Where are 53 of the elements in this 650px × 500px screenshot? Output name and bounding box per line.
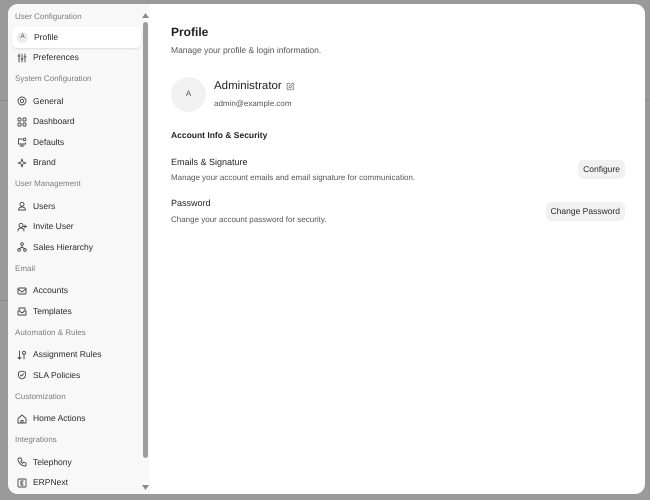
hierarchy-icon	[17, 242, 27, 252]
sidebar-item[interactable]: Preferences	[12, 48, 141, 68]
section-title: Account Info & Security	[171, 128, 268, 142]
e-square-icon	[17, 478, 27, 488]
sidebar-item[interactable]: Assignment Rules	[12, 344, 141, 365]
sidebar-item[interactable]: Sales Hierarchy	[12, 237, 141, 258]
user-icon	[17, 201, 27, 212]
gear-icon	[17, 96, 27, 106]
user-name: Administrator	[214, 79, 282, 94]
edit-icon[interactable]	[286, 82, 295, 92]
sidebar-item[interactable]: Invite User	[12, 216, 141, 237]
sidebar-item[interactable]: General	[12, 91, 141, 112]
envelope-icon	[17, 286, 27, 296]
scroll-up-icon[interactable]	[142, 13, 149, 18]
home-icon	[17, 414, 27, 424]
sidebar-item[interactable]: Brand	[12, 152, 141, 173]
sidebar-item[interactable]: ERPNext	[12, 472, 141, 493]
setting-title: Password	[171, 197, 212, 210]
setting-description: Change your account password for security.	[171, 214, 326, 226]
sidebar-item[interactable]: Users	[12, 196, 141, 216]
sidebar-item[interactable]: Defaults	[12, 132, 141, 152]
scroll-down-icon[interactable]	[142, 485, 149, 490]
action-button[interactable]: Configure	[578, 160, 625, 180]
section-heading: User Management	[14, 178, 82, 190]
sort-icon	[17, 350, 27, 360]
scrollbar[interactable]	[143, 22, 148, 458]
user-email: admin@example.com	[214, 98, 292, 110]
sidebar-item[interactable]: Templates	[12, 301, 141, 322]
dashboard-icon	[17, 116, 27, 127]
user-avatar: A	[171, 76, 206, 112]
sidebar-item[interactable]: Home Actions	[12, 408, 141, 429]
sidebar-item[interactable]: Dashboard	[12, 112, 141, 132]
setting-description: Manage your account emails and email signature for communication.	[171, 172, 416, 184]
page-title: Profile	[171, 24, 210, 41]
user-plus-icon	[17, 222, 27, 232]
monitor-icon	[17, 137, 27, 148]
section-heading: User Configuration	[14, 11, 83, 23]
section-heading: Email	[14, 262, 36, 274]
sparkle-icon	[17, 158, 27, 168]
section-heading: System Configuration	[14, 73, 92, 85]
sliders-icon	[17, 52, 27, 63]
section-heading: Integrations	[14, 434, 58, 446]
section-heading: Automation & Rules	[14, 326, 87, 338]
page-subtitle: Manage your profile & login information.	[171, 44, 322, 57]
sidebar-item[interactable]: Accounts	[12, 280, 141, 301]
shield-check-icon	[17, 370, 27, 380]
sidebar-item[interactable]: Telephony	[12, 452, 141, 472]
section-heading: Customization	[14, 390, 67, 402]
inbox-icon	[17, 306, 27, 316]
action-button[interactable]: Change Password	[546, 202, 625, 221]
setting-title: Emails & Signature	[171, 156, 249, 169]
sidebar-item[interactable]: SLA Policies	[12, 365, 141, 386]
phone-icon	[17, 457, 27, 468]
